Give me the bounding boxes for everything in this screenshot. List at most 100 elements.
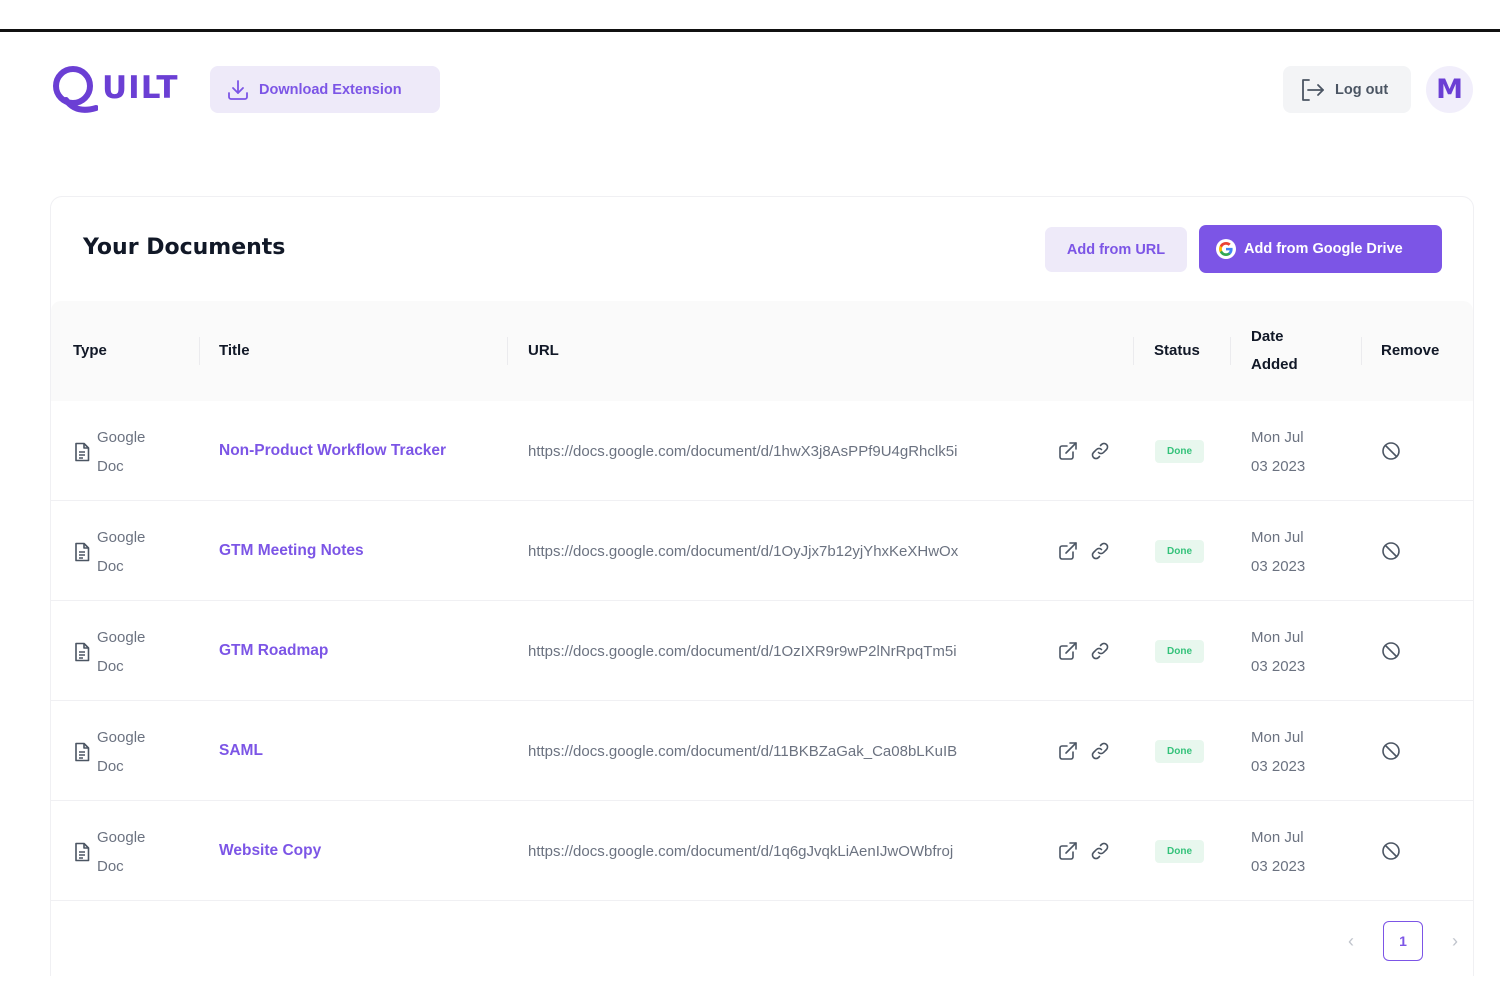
column-divider: [199, 337, 200, 365]
remove-button[interactable]: [1381, 701, 1401, 801]
remove-button[interactable]: [1381, 601, 1401, 701]
copy-link-button[interactable]: [1090, 841, 1110, 861]
documents-table: Type Title URL Status Date Added Remove: [51, 301, 1473, 901]
date-line1: Mon Jul: [1251, 829, 1304, 846]
copy-link-button[interactable]: [1090, 741, 1110, 761]
link-icon: [1091, 642, 1109, 660]
logout-label: Log out: [1335, 81, 1389, 98]
remove-button[interactable]: [1381, 501, 1401, 601]
column-header-status: Status: [1154, 342, 1200, 359]
column-header-date-added: Date Added: [1251, 323, 1298, 379]
date-line1: Mon Jul: [1251, 629, 1304, 646]
link-icon: [1091, 842, 1109, 860]
column-divider: [1133, 337, 1134, 365]
table-row: Google Doc Website Copy https://docs.goo…: [51, 801, 1473, 901]
pagination: ‹ 1 ›: [1341, 921, 1465, 961]
column-divider: [507, 337, 508, 365]
column-header-date-line1: Date: [1251, 328, 1284, 345]
date-line2: 03 2023: [1251, 758, 1306, 775]
block-icon: [1382, 642, 1400, 660]
open-link-button[interactable]: [1058, 441, 1078, 461]
column-header-remove: Remove: [1381, 342, 1440, 359]
url-cell: https://docs.google.com/document/d/1OzIX…: [528, 601, 1110, 701]
link-icon: [1091, 442, 1109, 460]
open-link-button[interactable]: [1058, 741, 1078, 761]
external-link-icon: [1059, 742, 1077, 760]
download-extension-button[interactable]: Download Extension: [210, 66, 440, 113]
status-cell: Done: [1155, 601, 1204, 701]
document-title-link[interactable]: SAML: [219, 701, 263, 801]
logout-icon: [1302, 78, 1324, 101]
user-avatar[interactable]: M: [1426, 66, 1473, 113]
copy-link-button[interactable]: [1090, 441, 1110, 461]
pagination-page-1[interactable]: 1: [1383, 921, 1423, 961]
remove-button[interactable]: [1381, 401, 1401, 501]
open-link-button[interactable]: [1058, 541, 1078, 561]
logo-text: UILT: [102, 70, 179, 106]
type-line2: Doc: [97, 758, 124, 775]
table-body: Google Doc Non-Product Workflow Tracker …: [51, 401, 1473, 901]
document-url: https://docs.google.com/document/d/1OzIX…: [528, 642, 957, 660]
date-line1: Mon Jul: [1251, 729, 1304, 746]
status-cell: Done: [1155, 701, 1204, 801]
status-badge: Done: [1155, 639, 1204, 663]
copy-link-button[interactable]: [1090, 641, 1110, 661]
type-line2: Doc: [97, 858, 124, 875]
type-label: Google Doc: [97, 523, 167, 581]
remove-button[interactable]: [1381, 801, 1401, 901]
status-badge: Done: [1155, 739, 1204, 763]
document-title-link[interactable]: GTM Roadmap: [219, 601, 328, 701]
documents-title: Your Documents: [83, 235, 286, 260]
open-link-button[interactable]: [1058, 641, 1078, 661]
date-added: Mon Jul 03 2023: [1251, 823, 1341, 881]
table-header: Type Title URL Status Date Added Remove: [51, 301, 1473, 401]
type-label: Google Doc: [97, 623, 167, 681]
column-header-type: Type: [73, 342, 107, 359]
add-from-google-drive-label: Add from Google Drive: [1244, 241, 1403, 257]
date-added: Mon Jul 03 2023: [1251, 723, 1341, 781]
table-row: Google Doc SAML https://docs.google.com/…: [51, 701, 1473, 801]
document-icon: [75, 442, 90, 462]
type-label: Google Doc: [97, 723, 167, 781]
type-line2: Doc: [97, 558, 124, 575]
type-cell: Google Doc: [73, 423, 167, 481]
open-link-button[interactable]: [1058, 841, 1078, 861]
external-link-icon: [1059, 442, 1077, 460]
quilt-logo[interactable]: UILT: [50, 64, 178, 116]
date-line1: Mon Jul: [1251, 529, 1304, 546]
add-from-url-button[interactable]: Add from URL: [1045, 227, 1187, 272]
date-added: Mon Jul 03 2023: [1251, 623, 1341, 681]
pagination-next-button[interactable]: ›: [1445, 921, 1465, 961]
type-line1: Google: [97, 529, 146, 546]
pagination-prev-button[interactable]: ‹: [1341, 921, 1361, 961]
type-line1: Google: [97, 629, 146, 646]
add-from-google-drive-button[interactable]: Add from Google Drive: [1199, 225, 1442, 273]
document-title-link[interactable]: Non-Product Workflow Tracker: [219, 401, 446, 501]
type-label: Google Doc: [97, 423, 167, 481]
status-badge: Done: [1155, 439, 1204, 463]
document-icon: [75, 842, 90, 862]
date-added: Mon Jul 03 2023: [1251, 423, 1341, 481]
type-cell: Google Doc: [73, 823, 167, 881]
url-cell: https://docs.google.com/document/d/1OyJj…: [528, 501, 1110, 601]
download-extension-label: Download Extension: [259, 81, 402, 98]
document-url: https://docs.google.com/document/d/11BKB…: [528, 742, 958, 760]
logout-button[interactable]: Log out: [1283, 66, 1411, 113]
column-header-title: Title: [219, 342, 250, 359]
document-title-link[interactable]: Website Copy: [219, 801, 321, 901]
link-icon: [1091, 742, 1109, 760]
url-cell: https://docs.google.com/document/d/1hwX3…: [528, 401, 1110, 501]
type-label: Google Doc: [97, 823, 167, 881]
date-line2: 03 2023: [1251, 858, 1306, 875]
copy-link-button[interactable]: [1090, 541, 1110, 561]
document-title-link[interactable]: GTM Meeting Notes: [219, 501, 364, 601]
external-link-icon: [1059, 542, 1077, 560]
document-icon: [75, 742, 90, 762]
document-url: https://docs.google.com/document/d/1OyJj…: [528, 542, 959, 560]
document-icon: [75, 542, 90, 562]
type-line1: Google: [97, 429, 146, 446]
document-url: https://docs.google.com/document/d/1hwX3…: [528, 442, 958, 460]
column-header-date-line2: Added: [1251, 356, 1298, 373]
type-cell: Google Doc: [73, 723, 167, 781]
documents-card: Your Documents Add from URL Add from Goo…: [50, 196, 1474, 976]
